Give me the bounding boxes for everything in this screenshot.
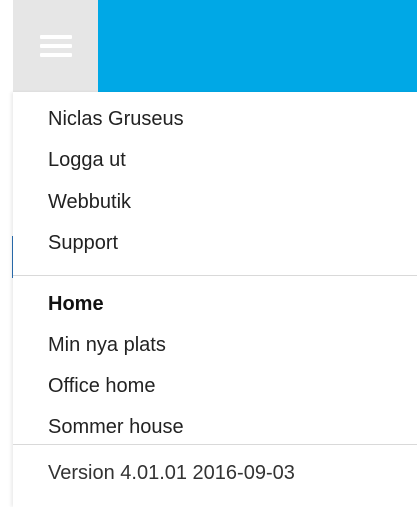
- menu-item-user-name[interactable]: Niclas Gruseus: [48, 107, 184, 131]
- dropdown-menu: Niclas Gruseus Logga ut Webbutik Support…: [13, 92, 417, 507]
- app-root: Niclas Gruseus Logga ut Webbutik Support…: [0, 0, 417, 507]
- section-divider: [13, 275, 417, 276]
- version-label: Version 4.01.01 2016-09-03: [48, 462, 295, 484]
- menu-item-support[interactable]: Support: [48, 231, 118, 255]
- location-item-sommer-house[interactable]: Sommer house: [48, 415, 184, 439]
- location-item-min-nya-plats[interactable]: Min nya plats: [48, 333, 166, 357]
- location-item-office-home[interactable]: Office home: [48, 374, 155, 398]
- footer-divider: [13, 444, 417, 445]
- menu-item-logout[interactable]: Logga ut: [48, 148, 126, 172]
- location-item-home[interactable]: Home: [48, 292, 104, 316]
- hamburger-icon: [39, 34, 72, 58]
- menu-toggle-button[interactable]: [13, 0, 98, 92]
- menu-item-webshop[interactable]: Webbutik: [48, 190, 131, 214]
- top-bar: [13, 0, 417, 92]
